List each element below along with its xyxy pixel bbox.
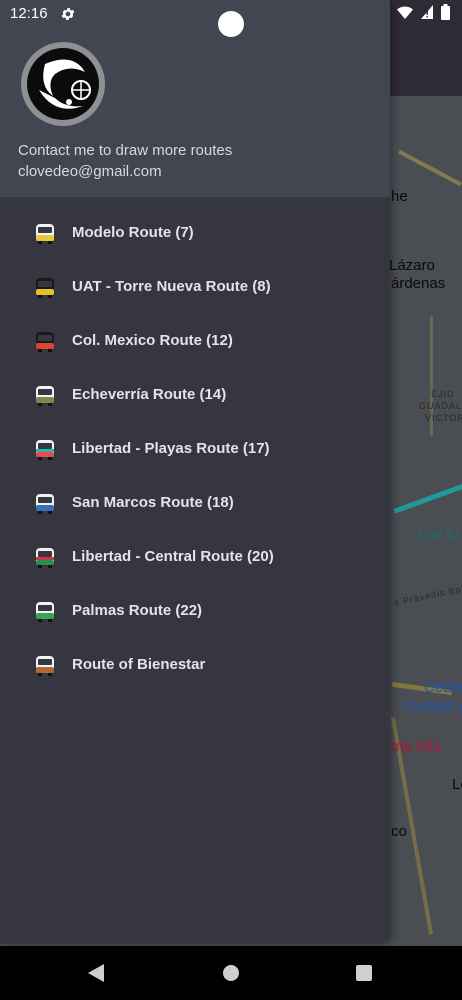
route-item-san-marcos[interactable]: San Marcos Route (18) [0, 477, 390, 531]
map-label: VICTOR [425, 413, 462, 423]
route-item-label: Route of Bienestar [72, 656, 206, 673]
map-label: GUADAL [419, 401, 462, 411]
bus-icon [36, 224, 54, 244]
route-item-label: Col. Mexico Route (12) [72, 332, 233, 349]
map-label: árdenas [391, 275, 446, 292]
route-item-label: Echeverría Route (14) [72, 386, 227, 403]
route-item-echeverria[interactable]: Echeverría Route (14) [0, 369, 390, 423]
wifi-icon [397, 6, 413, 19]
route-item-libertad-playas[interactable]: Libertad - Playas Route (17) [0, 423, 390, 477]
camera-cutout [218, 11, 244, 37]
map-label: CeDis [424, 679, 462, 696]
drawer-header: Contact me to draw more routes clovedeo@… [0, 0, 390, 197]
contact-text: Contact me to draw more routes clovedeo@… [18, 140, 232, 182]
map-label: ma Alta [391, 738, 442, 755]
app-screen: he Lázaro árdenas EJID GUADAL VICTOR Los… [0, 0, 462, 946]
back-icon[interactable] [88, 964, 104, 982]
route-item-uat-torre-nueva[interactable]: UAT - Torre Nueva Route (8) [0, 261, 390, 315]
map-label: Los tu [418, 526, 459, 543]
map-label: Ciudad V [403, 698, 462, 715]
map-road [398, 149, 462, 187]
bus-icon [36, 494, 54, 514]
route-item-col-mexico[interactable]: Col. Mexico Route (12) [0, 315, 390, 369]
map-label: Lázaro [389, 257, 435, 274]
bus-icon [36, 602, 54, 622]
home-icon[interactable] [223, 965, 239, 981]
navigation-drawer: Contact me to draw more routes clovedeo@… [0, 0, 390, 944]
avatar [21, 42, 105, 126]
bus-icon [36, 332, 54, 352]
bus-icon [36, 278, 54, 298]
settings-icon [61, 8, 75, 20]
route-item-label: Libertad - Playas Route (17) [72, 440, 270, 457]
battery-icon [441, 4, 450, 20]
route-item-label: Palmas Route (22) [72, 602, 203, 619]
route-item-palmas[interactable]: Palmas Route (22) [0, 585, 390, 639]
bus-icon [36, 440, 54, 460]
route-item-label: UAT - Torre Nueva Route (8) [72, 278, 271, 295]
bus-icon [36, 548, 54, 568]
route-item-libertad-central[interactable]: Libertad - Central Route (20) [0, 531, 390, 585]
route-item-label: San Marcos Route (18) [72, 494, 234, 511]
map-label: d Práxedis Balb [392, 581, 462, 609]
route-item-label: Modelo Route (7) [72, 224, 194, 241]
bus-icon [36, 656, 54, 676]
logo-icon [27, 48, 99, 120]
map-label: he [391, 188, 408, 205]
status-time: 12:16 [10, 5, 48, 22]
map-label: Lo [452, 776, 462, 793]
map-route-line [393, 483, 462, 514]
map-label: co [391, 823, 407, 840]
map-label: EJID [431, 389, 455, 399]
bus-icon [36, 386, 54, 406]
contact-message: Contact me to draw more routes [18, 142, 233, 159]
route-menu: Modelo Route (7) UAT - Torre Nueva Route… [0, 207, 390, 693]
system-nav-bar [0, 946, 462, 1000]
contact-email[interactable]: clovedeo@gmail.com [18, 161, 232, 182]
recents-icon[interactable] [356, 965, 372, 981]
route-item-bienestar[interactable]: Route of Bienestar [0, 639, 390, 693]
route-item-label: Libertad - Central Route (20) [72, 548, 274, 565]
route-item-modelo[interactable]: Modelo Route (7) [0, 207, 390, 261]
no-sim-icon [421, 5, 433, 19]
